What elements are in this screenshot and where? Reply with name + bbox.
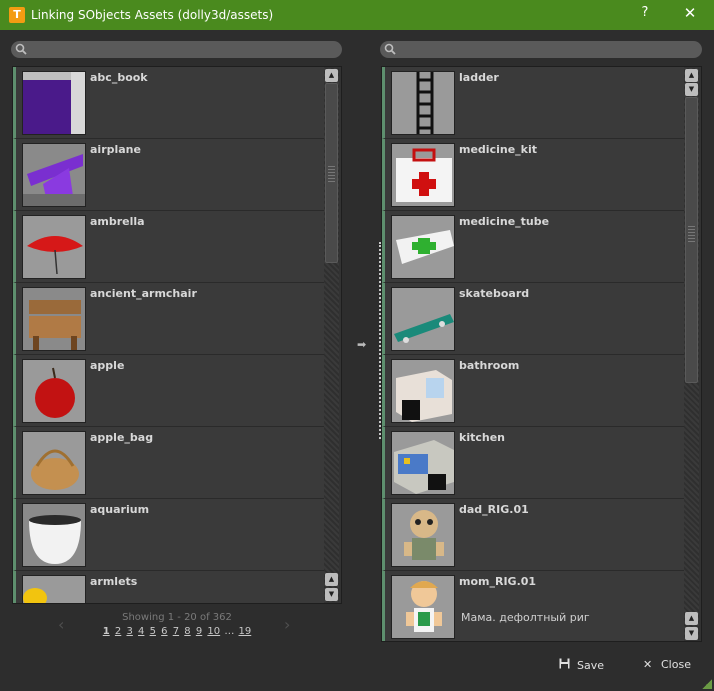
window-close-button[interactable]: ✕	[682, 4, 698, 22]
page-link[interactable]: 3	[126, 626, 132, 637]
list-item[interactable]: mom_RIG.01 Мама. дефолтный риг	[382, 571, 684, 641]
scroll-up-icon[interactable]: ▲	[325, 69, 338, 82]
asset-thumbnail	[22, 359, 86, 423]
asset-name: bathroom	[459, 359, 520, 372]
scrollbar-thumb[interactable]	[685, 97, 698, 383]
resize-grip[interactable]	[702, 679, 712, 689]
asset-thumbnail	[391, 431, 455, 495]
list-item[interactable]: ladder	[382, 67, 684, 139]
list-item[interactable]: kitchen	[382, 427, 684, 499]
asset-name: ladder	[459, 71, 499, 84]
page-link[interactable]: 10	[207, 626, 220, 637]
search-icon	[15, 43, 27, 55]
next-page-icon[interactable]: ›	[284, 615, 290, 634]
asset-thumbnail	[22, 71, 86, 135]
scroll-up-icon[interactable]: ▲	[685, 69, 698, 82]
page-ellipsis: …	[224, 626, 235, 637]
asset-thumbnail	[391, 215, 455, 279]
save-label: Save	[577, 659, 605, 672]
asset-thumbnail	[22, 575, 86, 603]
asset-thumbnail	[391, 575, 455, 639]
page-link[interactable]: 8	[184, 626, 190, 637]
asset-name: aquarium	[90, 503, 150, 516]
page-link[interactable]: 9	[196, 626, 202, 637]
scrollbar-thumb[interactable]	[325, 83, 338, 263]
asset-name: medicine_tube	[459, 215, 550, 228]
save-icon	[559, 658, 571, 672]
asset-name: ambrella	[90, 215, 145, 228]
window-title: Linking SObjects Assets (dolly3d/assets)	[31, 8, 274, 22]
page-link[interactable]: 1	[103, 626, 110, 637]
list-item[interactable]: ambrella	[13, 211, 324, 283]
asset-name: ancient_armchair	[90, 287, 197, 300]
page-link[interactable]: 2	[115, 626, 121, 637]
asset-thumbnail	[391, 287, 455, 351]
scroll-down-icon[interactable]: ▼	[685, 627, 698, 640]
list-item[interactable]: dad_RIG.01	[382, 499, 684, 571]
list-item[interactable]: armlets	[13, 571, 324, 603]
right-scrollbar[interactable]: ▲ ▼ ▲ ▼	[684, 68, 699, 640]
title-bar: T Linking SObjects Assets (dolly3d/asset…	[0, 0, 714, 30]
page-link[interactable]: 6	[161, 626, 167, 637]
left-search-input[interactable]	[11, 41, 342, 58]
list-item[interactable]: airplane	[13, 139, 324, 211]
page-link[interactable]: 4	[138, 626, 144, 637]
list-item[interactable]: medicine_kit	[382, 139, 684, 211]
asset-description: Мама. дефолтный риг	[461, 611, 590, 624]
list-item[interactable]: bathroom	[382, 355, 684, 427]
left-scrollbar[interactable]: ▲ ▲ ▼	[324, 68, 339, 602]
asset-thumbnail	[391, 503, 455, 567]
close-label: Close	[661, 658, 691, 671]
page-link[interactable]: 7	[173, 626, 179, 637]
asset-thumbnail	[22, 287, 86, 351]
list-item[interactable]: aquarium	[13, 499, 324, 571]
asset-thumbnail	[22, 503, 86, 567]
asset-name: abc_book	[90, 71, 148, 84]
help-button[interactable]: ?	[638, 5, 652, 20]
close-icon: ✕	[643, 658, 653, 671]
asset-name: armlets	[90, 575, 138, 588]
asset-name: mom_RIG.01	[459, 575, 537, 588]
asset-thumbnail	[22, 143, 86, 207]
scroll-up-icon[interactable]: ▲	[685, 612, 698, 625]
list-item[interactable]: medicine_tube	[382, 211, 684, 283]
right-search-input[interactable]	[380, 41, 702, 58]
pagination: ‹ Showing 1 - 20 of 362 1 2 3 4 5 6 7 8 …	[12, 610, 342, 640]
available-assets-list[interactable]: abc_book airplane ambrella ancient_armch…	[12, 66, 342, 604]
page-link[interactable]: 5	[150, 626, 156, 637]
asset-name: kitchen	[459, 431, 505, 444]
list-item[interactable]: skateboard	[382, 283, 684, 355]
asset-name: medicine_kit	[459, 143, 537, 156]
asset-name: airplane	[90, 143, 141, 156]
asset-thumbnail	[22, 431, 86, 495]
page-links: 1 2 3 4 5 6 7 8 9 10 … 19	[12, 626, 342, 637]
scroll-down-icon[interactable]: ▼	[685, 83, 698, 96]
list-item[interactable]: ancient_armchair	[13, 283, 324, 355]
list-item[interactable]: apple_bag	[13, 427, 324, 499]
asset-name: apple_bag	[90, 431, 154, 444]
pagination-status: Showing 1 - 20 of 362	[122, 612, 232, 623]
asset-name: dad_RIG.01	[459, 503, 529, 516]
asset-name: apple	[90, 359, 125, 372]
app-icon: T	[9, 7, 25, 23]
asset-name: skateboard	[459, 287, 530, 300]
list-item[interactable]: abc_book	[13, 67, 324, 139]
page-link[interactable]: 19	[239, 626, 252, 637]
asset-thumbnail	[22, 215, 86, 279]
save-button[interactable]: Save	[559, 658, 609, 674]
linked-assets-list[interactable]: ladder medicine_kit medicine_tube skateb…	[381, 66, 702, 642]
close-button[interactable]: ✕ Close	[643, 658, 693, 674]
list-item[interactable]: apple	[13, 355, 324, 427]
scroll-up-icon[interactable]: ▲	[325, 573, 338, 586]
asset-thumbnail	[391, 143, 455, 207]
asset-thumbnail	[391, 359, 455, 423]
arrow-right-icon: ➡	[357, 338, 367, 351]
asset-thumbnail	[391, 71, 455, 135]
search-icon	[384, 43, 396, 55]
scroll-down-icon[interactable]: ▼	[325, 588, 338, 601]
